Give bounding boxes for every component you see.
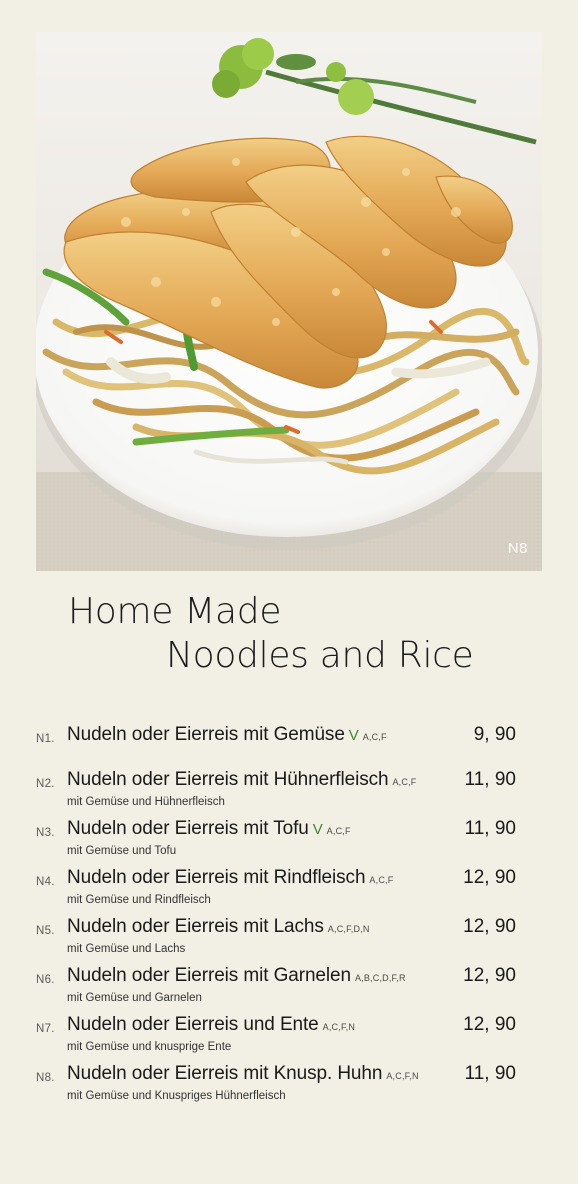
- menu-item-allergens: A,C,F: [392, 777, 417, 787]
- menu-item-name-line: Nudeln oder Eierreis mit Lachs A,C,F,D,N: [67, 916, 370, 938]
- menu-item-name: Nudeln oder Eierreis mit Garnelen: [67, 965, 351, 986]
- menu-item-name-line: Nudeln oder Eierreis mit Tofu V A,C,F: [67, 818, 351, 840]
- title-line-2: Noodles and Rice: [166, 635, 474, 676]
- menu-item-code: N7.: [36, 1023, 55, 1035]
- menu-item-name: Nudeln oder Eierreis mit Rindfleisch: [67, 867, 366, 888]
- title-line-1: Home Made: [68, 591, 282, 632]
- menu-item-description: mit Gemüse und Hühnerfleisch: [67, 796, 225, 808]
- menu-item-allergens: A,C,F,N: [386, 1071, 419, 1081]
- menu-item-price: 9, 90: [473, 724, 516, 745]
- menu-item-description: mit Gemüse und Lachs: [67, 943, 186, 955]
- menu-item-code: N4.: [36, 876, 55, 888]
- menu-item-description: mit Gemüse und Tofu: [67, 845, 177, 857]
- menu-item-price: 12, 90: [463, 916, 516, 937]
- menu-item-price: 11, 90: [464, 818, 516, 839]
- menu-item-description: mit Gemüse und knusprige Ente: [67, 1041, 232, 1053]
- menu-item-code: N2.: [36, 778, 55, 790]
- menu-item-name: Nudeln oder Eierreis mit Lachs: [67, 916, 324, 937]
- menu-item-allergens: A,C,F: [362, 732, 387, 742]
- menu-item-allergens: A,B,C,D,F,R: [354, 973, 406, 983]
- menu-item-code: N3.: [36, 827, 55, 839]
- menu-item-allergens: A,C,F: [326, 826, 351, 836]
- menu-item-code: N6.: [36, 974, 55, 986]
- menu-item-price: 12, 90: [463, 867, 516, 888]
- menu-item-name-line: Nudeln oder Eierreis mit Gemüse V A,C,F: [67, 724, 387, 746]
- menu-item-price: 12, 90: [463, 965, 516, 986]
- menu-item-name: Nudeln oder Eierreis mit Gemüse: [67, 724, 345, 745]
- menu-item-code: N1.: [36, 733, 55, 745]
- page-title: Home Made Noodles and Rice: [68, 590, 474, 678]
- dish-photo: N8: [36, 32, 542, 571]
- menu-item-name-line: Nudeln oder Eierreis mit Hühnerfleisch A,…: [67, 769, 416, 791]
- menu-item-code: N8.: [36, 1072, 55, 1084]
- menu-item-name-line: Nudeln oder Eierreis und Ente A,C,F,N: [67, 1014, 355, 1036]
- menu-item-allergens: A,C,F: [369, 875, 394, 885]
- menu-item-code: N5.: [36, 925, 55, 937]
- menu-item-price: 11, 90: [464, 769, 516, 790]
- vegetarian-mark: V: [348, 727, 359, 744]
- menu-item-description: mit Gemüse und Knuspriges Hühnerfleisch: [67, 1090, 286, 1102]
- noodles-with-crispy-chicken-illustration: [36, 38, 542, 571]
- menu-item-allergens: A,C,F,N: [322, 1022, 356, 1032]
- menu-item-name: Nudeln oder Eierreis mit Knusp. Huhn: [67, 1063, 383, 1084]
- menu-item-price: 12, 90: [463, 1014, 516, 1035]
- menu-item-name: Nudeln oder Eierreis und Ente: [67, 1014, 319, 1035]
- menu-item-allergens: A,C,F,D,N: [327, 924, 370, 934]
- menu-item-description: mit Gemüse und Garnelen: [67, 992, 202, 1004]
- menu-item-name-line: Nudeln oder Eierreis mit Garnelen A,B,C,D…: [67, 965, 406, 987]
- menu-item-description: mit Gemüse und Rindfleisch: [67, 894, 211, 906]
- photo-dish-code: N8: [507, 540, 528, 557]
- vegetarian-mark: V: [312, 821, 323, 838]
- flower-garnish: [212, 38, 537, 145]
- menu-item-name: Nudeln oder Eierreis mit Tofu: [67, 818, 309, 839]
- menu-item-name-line: Nudeln oder Eierreis mit Knusp. Huhn A,C,…: [67, 1063, 419, 1085]
- menu-item-name-line: Nudeln oder Eierreis mit Rindfleisch A,C,…: [67, 867, 393, 889]
- menu-item-name: Nudeln oder Eierreis mit Hühnerfleisch: [67, 769, 389, 790]
- menu-item-price: 11, 90: [464, 1063, 516, 1084]
